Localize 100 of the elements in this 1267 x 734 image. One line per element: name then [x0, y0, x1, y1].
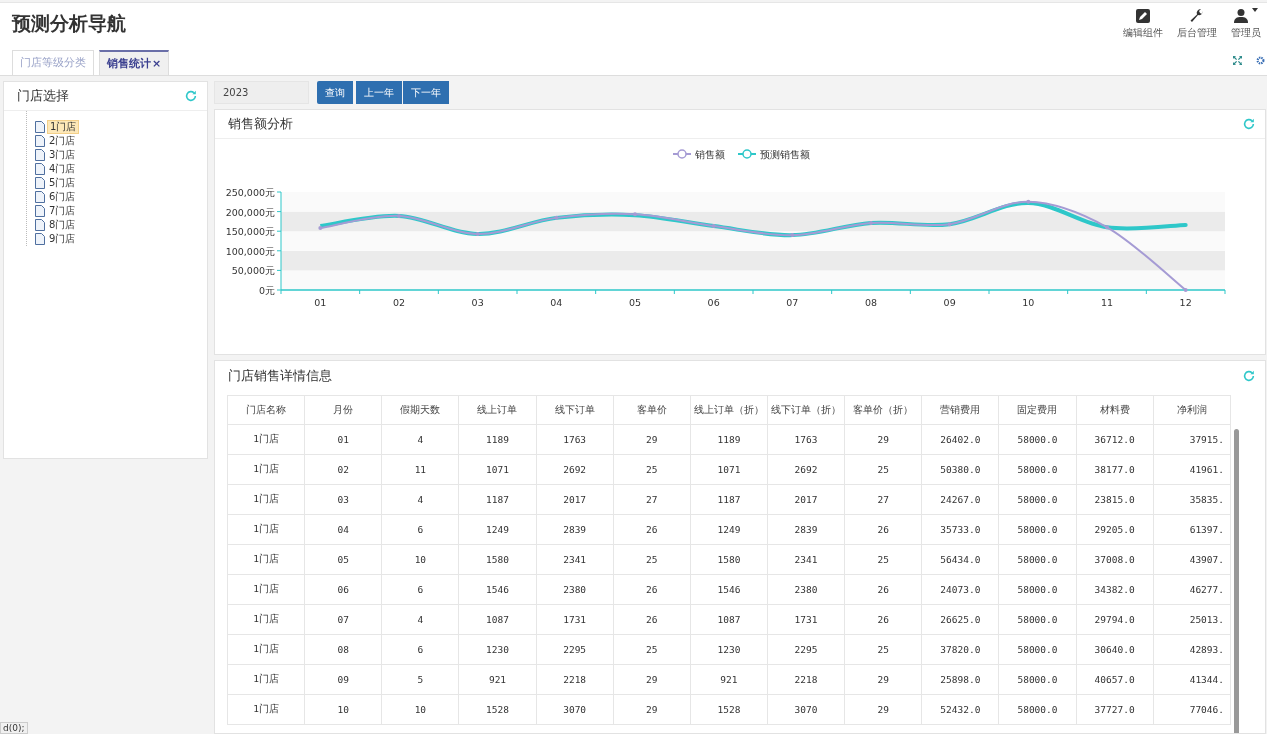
column-header: 材料费: [1076, 395, 1154, 425]
axis-label: 09: [943, 297, 956, 308]
table-cell: 1门店: [227, 634, 305, 665]
table-cell: 2692: [536, 454, 614, 485]
table-cell: 921: [690, 664, 768, 695]
table-cell: 1230: [690, 634, 768, 665]
table-cell: 50380.0: [921, 454, 999, 485]
table-cell: 2341: [767, 544, 845, 575]
table-cell: 35733.0: [921, 514, 999, 545]
table-cell: 34382.0: [1076, 574, 1154, 605]
table-cell: 26: [844, 514, 922, 545]
table-cell: 27: [613, 484, 691, 515]
table-cell: 4: [381, 604, 459, 635]
table-cell: 26: [613, 514, 691, 545]
table-cell: 26402.0: [921, 424, 999, 455]
table-cell: 1731: [767, 604, 845, 635]
axis-label: 11: [1100, 297, 1114, 308]
column-header: 固定费用: [998, 395, 1077, 425]
table-cell: 02: [304, 454, 382, 485]
table-cell: 2295: [767, 634, 845, 665]
table-cell: 07: [304, 604, 382, 635]
table-cell: 1门店: [227, 694, 305, 725]
table-cell: 58000.0: [998, 454, 1077, 485]
table-cell: 35835.: [1153, 484, 1231, 515]
table-cell: 2380: [767, 574, 845, 605]
panel-title: 销售额分析: [228, 115, 293, 133]
table-cell: 46277.: [1153, 574, 1231, 605]
table-cell: 1门店: [227, 514, 305, 545]
table-cell: 1087: [690, 604, 768, 635]
table-cell: 01: [304, 424, 382, 455]
table-cell: 1580: [690, 544, 768, 575]
table-cell: 37820.0: [921, 634, 999, 665]
table-cell: 26625.0: [921, 604, 999, 635]
table-cell: 08: [304, 634, 382, 665]
panel-title: 门店销售详情信息: [228, 367, 332, 385]
table-cell: 40657.0: [1076, 664, 1154, 695]
axis-label: 05: [628, 297, 642, 308]
table-cell: 1528: [690, 694, 768, 725]
table-cell: 5: [381, 664, 459, 695]
table-cell: 52432.0: [921, 694, 999, 725]
table-cell: 29: [844, 424, 922, 455]
table-cell: 4: [381, 424, 459, 455]
table-cell: 1546: [690, 574, 768, 605]
column-header: 线上订单（折）: [690, 395, 768, 425]
table-cell: 2218: [536, 664, 614, 695]
column-header: 客单价（折）: [844, 395, 922, 425]
column-header: 线上订单: [458, 395, 537, 425]
panel-title: 门店选择: [17, 87, 69, 105]
axis-label: 250,000元: [225, 187, 275, 198]
table-cell: 1230: [458, 634, 537, 665]
table-cell: 26: [613, 574, 691, 605]
table-cell: 37727.0: [1076, 694, 1154, 725]
table-cell: 11: [381, 454, 459, 485]
table-cell: 41344.: [1153, 664, 1231, 695]
app-title: 预测分析导航: [12, 11, 126, 36]
axis-label: 06: [707, 297, 720, 308]
table-cell: 42893.: [1153, 634, 1231, 665]
axis-label: 02: [392, 297, 406, 308]
column-header: 门店名称: [227, 395, 305, 425]
table-cell: 4: [381, 484, 459, 515]
axis-label: 07: [786, 297, 799, 308]
table-cell: 25: [613, 454, 691, 485]
axis-label: 200,000元: [225, 206, 275, 218]
table-cell: 77046.: [1153, 694, 1231, 725]
table-cell: 1071: [458, 454, 537, 485]
table-cell: 3070: [536, 694, 614, 725]
table-cell: 30640.0: [1076, 634, 1154, 665]
table-cell: 29794.0: [1076, 604, 1154, 635]
table-cell: 2218: [767, 664, 845, 695]
axis-label: 04: [550, 297, 563, 308]
table-cell: 37008.0: [1076, 544, 1154, 575]
table-cell: 06: [304, 574, 382, 605]
table-cell: 10: [304, 694, 382, 725]
table-cell: 58000.0: [998, 514, 1077, 545]
table-cell: 29: [613, 424, 691, 455]
table-cell: 05: [304, 544, 382, 575]
axis-label: 100,000元: [225, 245, 275, 257]
table-cell: 25898.0: [921, 664, 999, 695]
column-header: 净利润: [1153, 395, 1231, 425]
table-cell: 2017: [767, 484, 845, 515]
table-cell: 24267.0: [921, 484, 999, 515]
table-cell: 29: [613, 664, 691, 695]
table-cell: 2380: [536, 574, 614, 605]
table-cell: 1528: [458, 694, 537, 725]
table-cell: 58000.0: [998, 634, 1077, 665]
table-cell: 1187: [458, 484, 537, 515]
axis-label: 10: [1022, 297, 1035, 308]
table-cell: 41961.: [1153, 454, 1231, 485]
axis-label: 12: [1179, 297, 1192, 308]
table-cell: 1187: [690, 484, 768, 515]
table-cell: 29: [613, 694, 691, 725]
table-cell: 29: [844, 694, 922, 725]
table-cell: 26: [844, 574, 922, 605]
table-cell: 1763: [767, 424, 845, 455]
table-cell: 921: [458, 664, 537, 695]
table-cell: 1门店: [227, 664, 305, 695]
table-cell: 58000.0: [998, 424, 1077, 455]
axis-label: 0元: [258, 285, 275, 296]
table-cell: 1门店: [227, 544, 305, 575]
axis-label: 01: [314, 297, 327, 308]
